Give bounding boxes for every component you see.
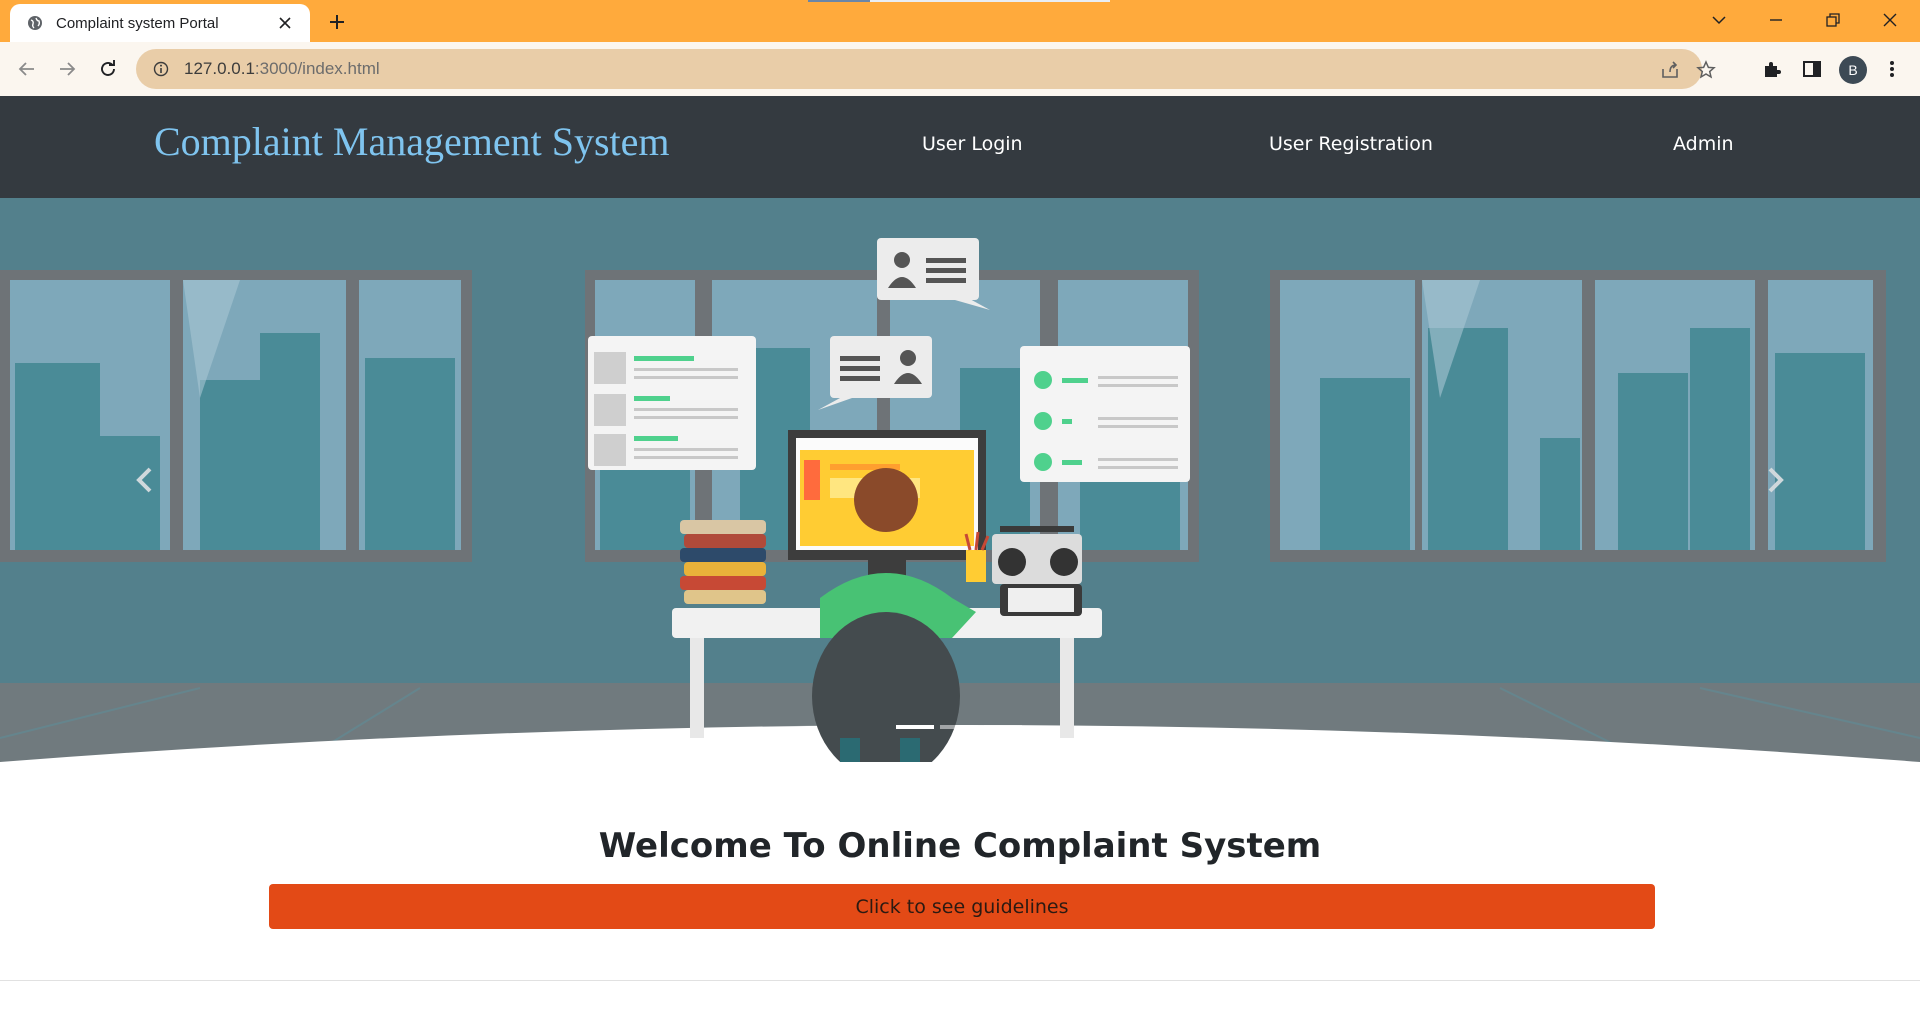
browser-tab-strip: Complaint system Portal	[0, 0, 1920, 42]
restore-icon[interactable]	[1805, 0, 1861, 40]
tab-strip-accent	[808, 0, 1110, 2]
browser-toolbar: 127.0.0.1:3000/index.html B	[0, 42, 1920, 96]
more-icon[interactable]	[1880, 57, 1904, 81]
floating-card-left	[588, 336, 756, 470]
side-panel-icon[interactable]	[1800, 57, 1824, 81]
boombox	[992, 526, 1082, 584]
section-divider	[0, 980, 1920, 981]
forward-icon[interactable]	[52, 54, 82, 84]
extensions-icon[interactable]	[1760, 57, 1784, 81]
profile-avatar[interactable]: B	[1839, 56, 1867, 84]
left-window	[0, 270, 472, 562]
tablet	[1000, 584, 1082, 616]
brand-title[interactable]: Complaint Management System	[154, 118, 670, 165]
chevron-down-icon[interactable]	[1691, 0, 1747, 40]
plus-icon[interactable]	[324, 9, 350, 35]
carousel-next-icon[interactable]	[1756, 460, 1796, 500]
office-illustration	[0, 198, 1920, 762]
reload-icon[interactable]	[93, 54, 123, 84]
book-stack	[680, 520, 766, 604]
tab-title: Complaint system Portal	[56, 14, 219, 32]
guidelines-button[interactable]: Click to see guidelines	[269, 884, 1655, 929]
nav-user-registration[interactable]: User Registration	[1269, 133, 1433, 155]
carousel-indicators	[896, 725, 1022, 729]
back-icon[interactable]	[12, 54, 42, 84]
star-icon[interactable]	[1694, 58, 1718, 82]
chat-bubble-top	[877, 238, 990, 310]
address-bar[interactable]: 127.0.0.1:3000/index.html	[136, 49, 1716, 89]
right-window	[1270, 270, 1886, 562]
minimize-icon[interactable]	[1748, 0, 1804, 40]
share-icon[interactable]	[1658, 58, 1682, 82]
hero-carousel	[0, 198, 1920, 762]
carousel-indicator[interactable]	[896, 725, 934, 729]
browser-tab[interactable]: Complaint system Portal	[10, 4, 310, 42]
close-window-icon[interactable]	[1862, 0, 1918, 40]
nav-admin[interactable]: Admin	[1673, 133, 1734, 155]
carousel-indicator[interactable]	[940, 725, 978, 729]
globe-icon	[26, 14, 44, 32]
carousel-indicator[interactable]	[984, 725, 1022, 729]
site-navbar: Complaint Management System User Login U…	[0, 96, 1920, 198]
url-text: 127.0.0.1:3000/index.html	[184, 59, 380, 78]
close-icon[interactable]	[274, 12, 296, 34]
info-icon[interactable]	[150, 58, 172, 80]
welcome-heading: Welcome To Online Complaint System	[598, 826, 1322, 866]
floating-card-right	[1020, 346, 1190, 482]
nav-user-login[interactable]: User Login	[922, 133, 1023, 155]
carousel-prev-icon[interactable]	[124, 460, 164, 500]
